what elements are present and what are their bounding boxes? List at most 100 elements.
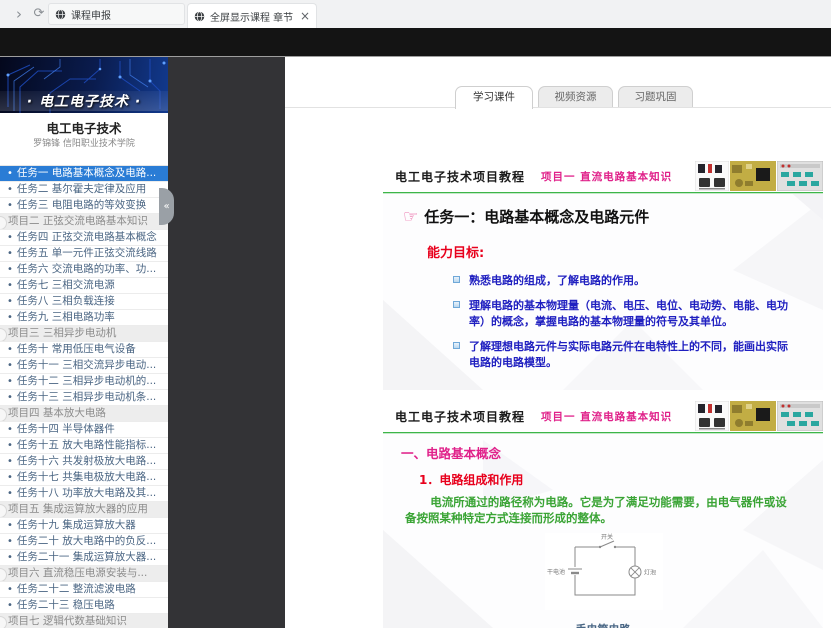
sidebar-item-task-16[interactable]: • 任务十六 共发射极放大电路... [0, 454, 168, 470]
browser-toolbar: › ⟳ 课程申报 全屏显示课程 章节 × [0, 0, 831, 28]
tab-courseware[interactable]: 学习课件 [455, 86, 533, 109]
sidebar-item-label: 任务二十一 集成运算放大器... [17, 550, 156, 565]
sidebar-item-task-22[interactable]: •任务二十二 整流滤波电路 [0, 582, 168, 598]
slide2-paragraph: 电流所通过的路径称为电路。它是为了满足功能需要，由电气器件或设备按照某种特定方式… [405, 495, 795, 526]
switch-label: 开关 [601, 533, 613, 541]
sidebar-section-project-5[interactable]: 项目五 集成运算放大器的应用 [0, 502, 168, 518]
sidebar-item-task-9[interactable]: •任务九 三相电路功率 [0, 310, 168, 326]
bullet-dot-icon: • [7, 358, 13, 373]
slide1-goal-label: 能力目标: [427, 242, 823, 261]
bullet-item: 理解电路的基本物理量（电流、电压、电位、电动势、电能、电功率）的概念，掌握电路的… [453, 298, 793, 330]
bullet-dot-icon: • [7, 438, 13, 453]
bullet-dot-icon: • [7, 390, 13, 405]
sidebar-item-task-13[interactable]: • 任务十三 三相异步电动机条... [0, 390, 168, 406]
sidebar-section-project-2[interactable]: 项目二 正弦交流电路基本知识 [0, 214, 168, 230]
sidebar-item-label: 任务七 三相交流电源 [17, 278, 115, 293]
sidebar-item-task-21[interactable]: • 任务二十一 集成运算放大器... [0, 550, 168, 566]
sidebar-item-task-19[interactable]: • 任务十九 集成运算放大器 [0, 518, 168, 534]
sidebar-item-label: 任务十七 共集电极放大电路... [17, 470, 156, 485]
sidebar-item-task-5[interactable]: •任务五 单一元件正弦交流线路 [0, 246, 168, 262]
bullet-dot-icon: • [7, 486, 13, 501]
slide-project-title: 项目一 直流电路基本知识 [541, 409, 672, 424]
sidebar-item-task-4[interactable]: •任务四 正弦交流电路基本概念 [0, 230, 168, 246]
sidebar-section-project-3[interactable]: 项目三 三相异步电动机 [0, 326, 168, 342]
slide-book-title: 电工电子技术项目教程 [395, 168, 525, 185]
sidebar-section-project-7[interactable]: 项目七 逻辑代数基础知识 [0, 614, 168, 628]
close-icon[interactable]: × [300, 11, 310, 22]
screen: › ⟳ 课程申报 全屏显示课程 章节 × [0, 0, 831, 628]
sidebar-item-task-6[interactable]: • 任务六 交流电路的功率、功... [0, 262, 168, 278]
reload-icon[interactable]: ⟳ [30, 5, 48, 23]
pcb-photo-2 [730, 161, 776, 191]
sidebar-item-task-11[interactable]: •任务十一 三相交流异步电动... [0, 358, 168, 374]
bullet-dot-icon: • [7, 550, 13, 565]
sidebar-item-task-10[interactable]: •任务十 常用低压电气设备 [0, 342, 168, 358]
sidebar-item-label: 任务六 交流电路的功率、功... [17, 262, 156, 277]
sidebar-item-task-3[interactable]: •任务三 电阻电路的等效变换 [0, 198, 168, 214]
pcb-photo-1 [695, 161, 729, 191]
sidebar-section-label: 项目五 集成运算放大器的应用 [8, 502, 148, 517]
sidebar-item-label: 任务四 正弦交流电路基本概念 [17, 230, 157, 245]
page-content: · 电工电子技术 · 电工电子技术 罗锦锋 信阳职业技术学院 •任务一 电路基本… [0, 57, 831, 628]
sidebar-item-label: 任务十九 集成运算放大器 [17, 518, 136, 533]
sidebar-section-project-6[interactable]: 项目六 直流稳压电源安装与... [0, 566, 168, 582]
sidebar-item-label: 任务二十三 稳压电路 [17, 598, 115, 613]
bullet-dot-icon: • [7, 374, 13, 389]
bullet-item: 了解理想电路元件与实际电路元件在电特性上的不同，能画出实际电路的电路模型。 [453, 339, 793, 371]
tab-video[interactable]: 视频资源 [538, 86, 613, 108]
sidebar-section-label: 项目七 逻辑代数基础知识 [8, 614, 127, 628]
main-panel: 学习课件 视频资源 习题巩固 电工电子技术项目教程 项目一 直流电路基本知识 [285, 57, 831, 628]
slide-2: 电工电子技术项目教程 项目一 直流电路基本知识 [383, 400, 823, 628]
pcb-photos [695, 161, 823, 191]
sidebar-item-label: 任务十四 半导体器件 [17, 422, 115, 437]
sidebar-item-task-14[interactable]: • 任务十四 半导体器件 [0, 422, 168, 438]
slide-1: 电工电子技术项目教程 项目一 直流电路基本知识 [383, 160, 823, 390]
bullet-dot-icon: • [7, 454, 13, 469]
sidebar-item-task-15[interactable]: •任务十五 放大电路性能指标... [0, 438, 168, 454]
slide-project-title: 项目一 直流电路基本知识 [541, 169, 672, 184]
diagram-caption: 手电筒电路 [383, 621, 823, 628]
browser-tab-course-apply[interactable]: 课程申报 [48, 3, 185, 25]
sidebar-item-label: 任务十三 三相异步电动机条... [17, 390, 156, 405]
sidebar-item-task-12[interactable]: •任务十二 三相异步电动机的... [0, 374, 168, 390]
sidebar-item-task-18[interactable]: • 任务十八 功率放大电路及其... [0, 486, 168, 502]
sidebar-item-task-17[interactable]: •任务十七 共集电极放大电路... [0, 470, 168, 486]
sidebar-section-project-4[interactable]: 项目四 基本放大电路 [0, 406, 168, 422]
slide2-heading-2: 1．电路组成和作用 [419, 471, 823, 488]
square-bullet-icon [453, 342, 460, 349]
globe-icon [194, 11, 205, 22]
pcb-photo-3 [777, 161, 823, 191]
sidebar-item-task-2[interactable]: • 任务二 基尔霍夫定律及应用 [0, 182, 168, 198]
bullet-dot-icon: • [7, 166, 13, 181]
sidebar-item-label: 任务一 电路基本概念及电路... [17, 166, 156, 181]
course-author: 罗锦锋 信阳职业技术学院 [0, 136, 168, 149]
collapse-icon: « [163, 201, 169, 212]
bullet-dot-icon: • [7, 310, 13, 325]
sidebar-section-label: 项目三 三相异步电动机 [8, 326, 116, 341]
sidebar-section-label: 项目二 正弦交流电路基本知识 [8, 214, 148, 229]
browser-tab-fullscreen-course[interactable]: 全屏显示课程 章节 × [187, 3, 317, 28]
flashlight-circuit-diagram: 开关 干电池 灯泡 [545, 533, 663, 610]
bullet-item: 熟悉电路的组成，了解电路的作用。 [453, 273, 793, 289]
bullet-dot-icon: • [7, 582, 13, 597]
sidebar-item-task-7[interactable]: •任务七 三相交流电源 [0, 278, 168, 294]
sidebar-item-label: 任务二 基尔霍夫定律及应用 [17, 182, 146, 197]
bullet-dot-icon: • [7, 422, 13, 437]
sidebar-item-task-23[interactable]: •任务二十三 稳压电路 [0, 598, 168, 614]
sidebar-item-label: 任务十六 共发射极放大电路... [17, 454, 156, 469]
bullet-dot-icon: • [7, 518, 13, 533]
sidebar-item-label: 任务十八 功率放大电路及其... [17, 486, 156, 501]
course-sidebar: · 电工电子技术 · 电工电子技术 罗锦锋 信阳职业技术学院 •任务一 电路基本… [0, 57, 168, 628]
sidebar-item-task-8[interactable]: •任务八 三相负载连接 [0, 294, 168, 310]
tab-exercise[interactable]: 习题巩固 [618, 86, 693, 108]
forward-icon[interactable]: › [10, 5, 28, 23]
slide-header: 电工电子技术项目教程 项目一 直流电路基本知识 [383, 160, 823, 192]
sidebar-item-task-20[interactable]: •任务二十 放大电路中的负反... [0, 534, 168, 550]
sidebar-section-label: 项目六 直流稳压电源安装与... [8, 566, 147, 581]
bullet-dot-icon: • [7, 262, 13, 277]
sidebar-item-task-1[interactable]: • 任务一 电路基本概念及电路... [0, 166, 168, 182]
bullet-dot-icon: • [7, 342, 13, 357]
slide1-bullet-list: 熟悉电路的组成，了解电路的作用。 理解电路的基本物理量（电流、电压、电位、电动势… [453, 273, 793, 371]
sidebar-collapse-button[interactable]: « [159, 188, 174, 225]
bullet-dot-icon: • [7, 182, 13, 197]
